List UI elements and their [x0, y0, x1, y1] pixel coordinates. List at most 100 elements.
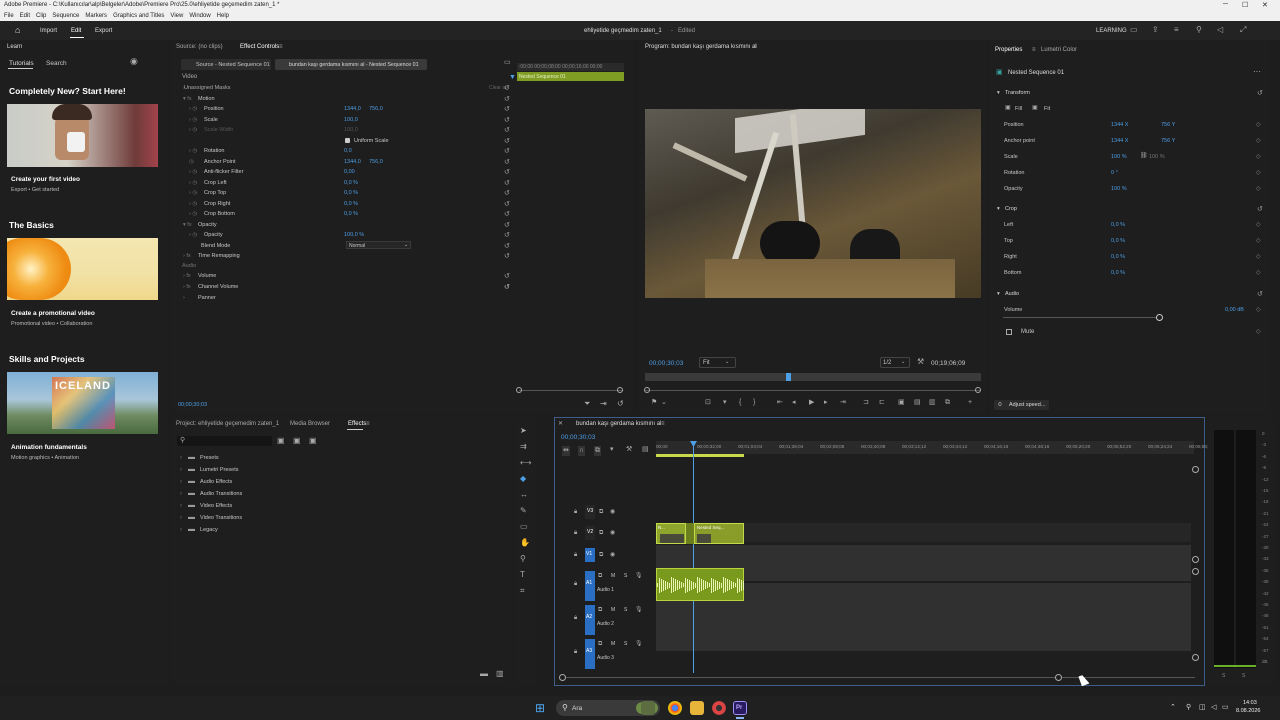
ec-crop-left-value[interactable]: 0,0 %	[344, 180, 358, 186]
effects-folder[interactable]: Legacy	[200, 527, 218, 533]
settings-icon[interactable]: ⚒	[626, 446, 632, 454]
ec-crop-right-value[interactable]: 0,0 %	[344, 201, 358, 207]
prop-scale-value[interactable]: 100 %	[1111, 154, 1127, 160]
timeline-timecode[interactable]: 00;00;30;03	[561, 434, 595, 441]
expand-toggle-icon[interactable]: ›	[183, 295, 185, 301]
effects-folder[interactable]: Audio Transitions	[200, 491, 242, 497]
accelerated-effects-icon[interactable]: ▣	[277, 437, 285, 445]
clock-date[interactable]: 8.08.2026	[1236, 708, 1260, 714]
chevron-down-icon[interactable]: ⌄	[661, 399, 667, 407]
zoom-handle-right[interactable]	[617, 387, 623, 393]
collapse-icon[interactable]: ▾	[997, 90, 1000, 96]
playhead-icon[interactable]: ▼	[509, 74, 516, 82]
expand-toggle-icon[interactable]: ◷	[189, 159, 194, 165]
hand-tool-icon[interactable]: ✋	[520, 539, 530, 547]
taskbar-widgets-icon[interactable]	[641, 701, 655, 715]
workspace-label[interactable]: LEARNING	[1096, 28, 1127, 34]
menu-file[interactable]: File	[4, 13, 14, 19]
ec-anchor-y-value[interactable]: 756,0	[369, 159, 383, 165]
rectangle-tool-icon[interactable]: ▭	[520, 523, 528, 531]
reset-icon[interactable]: ↺	[504, 168, 510, 176]
slip-tool-icon[interactable]: ↔	[520, 491, 528, 499]
fill-button[interactable]: Fill	[1015, 106, 1022, 112]
reset-icon[interactable]: ↺	[504, 189, 510, 197]
lock-icon[interactable]: 🔒︎	[574, 648, 577, 656]
sync-lock-icon[interactable]: ⧉	[598, 572, 602, 580]
keyframe-icon[interactable]: ◇	[1256, 269, 1261, 276]
panel-menu-icon[interactable]: ≡	[366, 420, 370, 428]
keyframe-icon[interactable]: ◇	[1256, 328, 1261, 335]
reset-icon[interactable]: ↺	[504, 179, 510, 187]
expand-toggle-icon[interactable]: ›	[183, 85, 185, 91]
tab-media-browser[interactable]: Media Browser	[290, 421, 330, 427]
ec-opacity-value[interactable]: 100,0 %	[344, 232, 364, 238]
sync-lock-icon[interactable]: ⧉	[599, 551, 603, 559]
effects-search-input[interactable]: ⚲	[177, 436, 272, 446]
program-timecode[interactable]: 00;00;30;03	[649, 360, 683, 367]
uniform-scale-checkbox[interactable]	[345, 138, 350, 143]
quick-search-icon[interactable]: ⚲	[1196, 26, 1202, 34]
track-lane[interactable]	[656, 617, 1191, 651]
clock-time[interactable]: 14:03	[1243, 700, 1257, 706]
insert-icon[interactable]: ⊐	[863, 399, 869, 407]
program-playhead[interactable]	[786, 373, 791, 381]
audio-zoom-handle[interactable]	[1192, 568, 1199, 575]
export-frame-icon[interactable]: ▣	[898, 399, 905, 407]
tutorial-thumbnail[interactable]: ICELAND	[7, 372, 158, 434]
volume-slider-handle[interactable]	[1156, 314, 1163, 321]
expand-toggle-icon[interactable]: › ◷	[189, 232, 197, 238]
marker-icon[interactable]: ⚑	[651, 399, 657, 407]
lock-icon[interactable]: 🔒︎	[574, 508, 577, 516]
menu-edit[interactable]: Edit	[20, 13, 30, 19]
adjust-speed-button[interactable]: ⏱ Adjust speed...	[994, 400, 1049, 410]
menu-icon[interactable]: ≡	[1174, 26, 1179, 34]
panel-menu-icon[interactable]: ≡	[661, 420, 665, 428]
card-title[interactable]: Animation fundamentals	[11, 444, 87, 451]
obs-icon[interactable]	[712, 701, 726, 715]
expand-toggle-icon[interactable]: › ◷	[189, 148, 197, 154]
current-timecode[interactable]: 00;00;30;03	[178, 402, 207, 408]
expand-toggle-icon[interactable]: ›	[180, 479, 182, 485]
tray-speaker-icon[interactable]: ◁	[1211, 704, 1216, 712]
pen-tool-icon[interactable]: ✎	[520, 507, 527, 515]
effects-folder[interactable]: Lumetri Presets	[200, 467, 239, 473]
source-selector[interactable]: Source - Nested Sequence 01	[181, 59, 271, 70]
tab-edit[interactable]: Edit	[71, 28, 81, 34]
eye-icon[interactable]: ◉	[610, 551, 615, 559]
zoom-tool-icon[interactable]: ⚲	[520, 555, 526, 563]
premiere-icon[interactable]: Pr	[733, 701, 747, 715]
prop-anchor-y-value[interactable]: 756 Y	[1161, 138, 1175, 144]
reset-icon[interactable]: ↺	[1257, 290, 1263, 298]
ec-anchor-value[interactable]: 1344,0	[344, 159, 361, 165]
sync-lock-icon[interactable]: ⧉	[598, 606, 602, 614]
volume-slider[interactable]	[1003, 317, 1160, 318]
keyframe-icon[interactable]: ◇	[1256, 306, 1261, 313]
lock-icon[interactable]: 🔒︎	[574, 580, 577, 588]
overwrite-icon[interactable]: ⊏	[879, 399, 885, 407]
chrome-icon[interactable]	[668, 701, 682, 715]
menu-window[interactable]: Window	[189, 13, 210, 19]
transcript-tool-icon[interactable]: ⌗	[520, 587, 525, 595]
expand-toggle-icon[interactable]: › ◷	[189, 106, 197, 112]
share-icon[interactable]: ⇪	[1152, 26, 1159, 34]
marker-dropdown-icon[interactable]: ▾	[723, 399, 727, 407]
audio-clip[interactable]	[656, 568, 744, 601]
clip-selector[interactable]: bundan kaşı gerdama kısmını al - Nested …	[275, 59, 427, 70]
tab-export[interactable]: Export	[95, 28, 112, 34]
expand-toggle-icon[interactable]: › ◷	[189, 180, 197, 186]
reset-icon[interactable]: ↺	[504, 252, 510, 260]
prop-position-value[interactable]: 1344 X	[1111, 122, 1128, 128]
tab-import[interactable]: Import	[40, 28, 57, 34]
collapse-icon[interactable]: ▾	[997, 206, 1000, 212]
fullscreen-icon[interactable]: ⤢	[1240, 26, 1246, 34]
panel-menu-icon[interactable]: ≡	[279, 43, 283, 51]
sync-lock-icon[interactable]: ⧉	[599, 529, 603, 537]
linked-selection-icon[interactable]: ∩	[578, 446, 586, 456]
ec-antiflicker-value[interactable]: 0,00	[344, 169, 355, 175]
wrench-icon[interactable]: ⚒	[917, 358, 924, 366]
reset-icon[interactable]: ↺	[504, 95, 510, 103]
export-icon[interactable]: ⇥	[600, 400, 607, 408]
sequence-tab[interactable]: bundan kaşı gerdama kısmını al	[576, 421, 661, 427]
video-zoom-handle[interactable]	[1192, 556, 1199, 563]
prop-rotation-value[interactable]: 0 °	[1111, 170, 1118, 176]
